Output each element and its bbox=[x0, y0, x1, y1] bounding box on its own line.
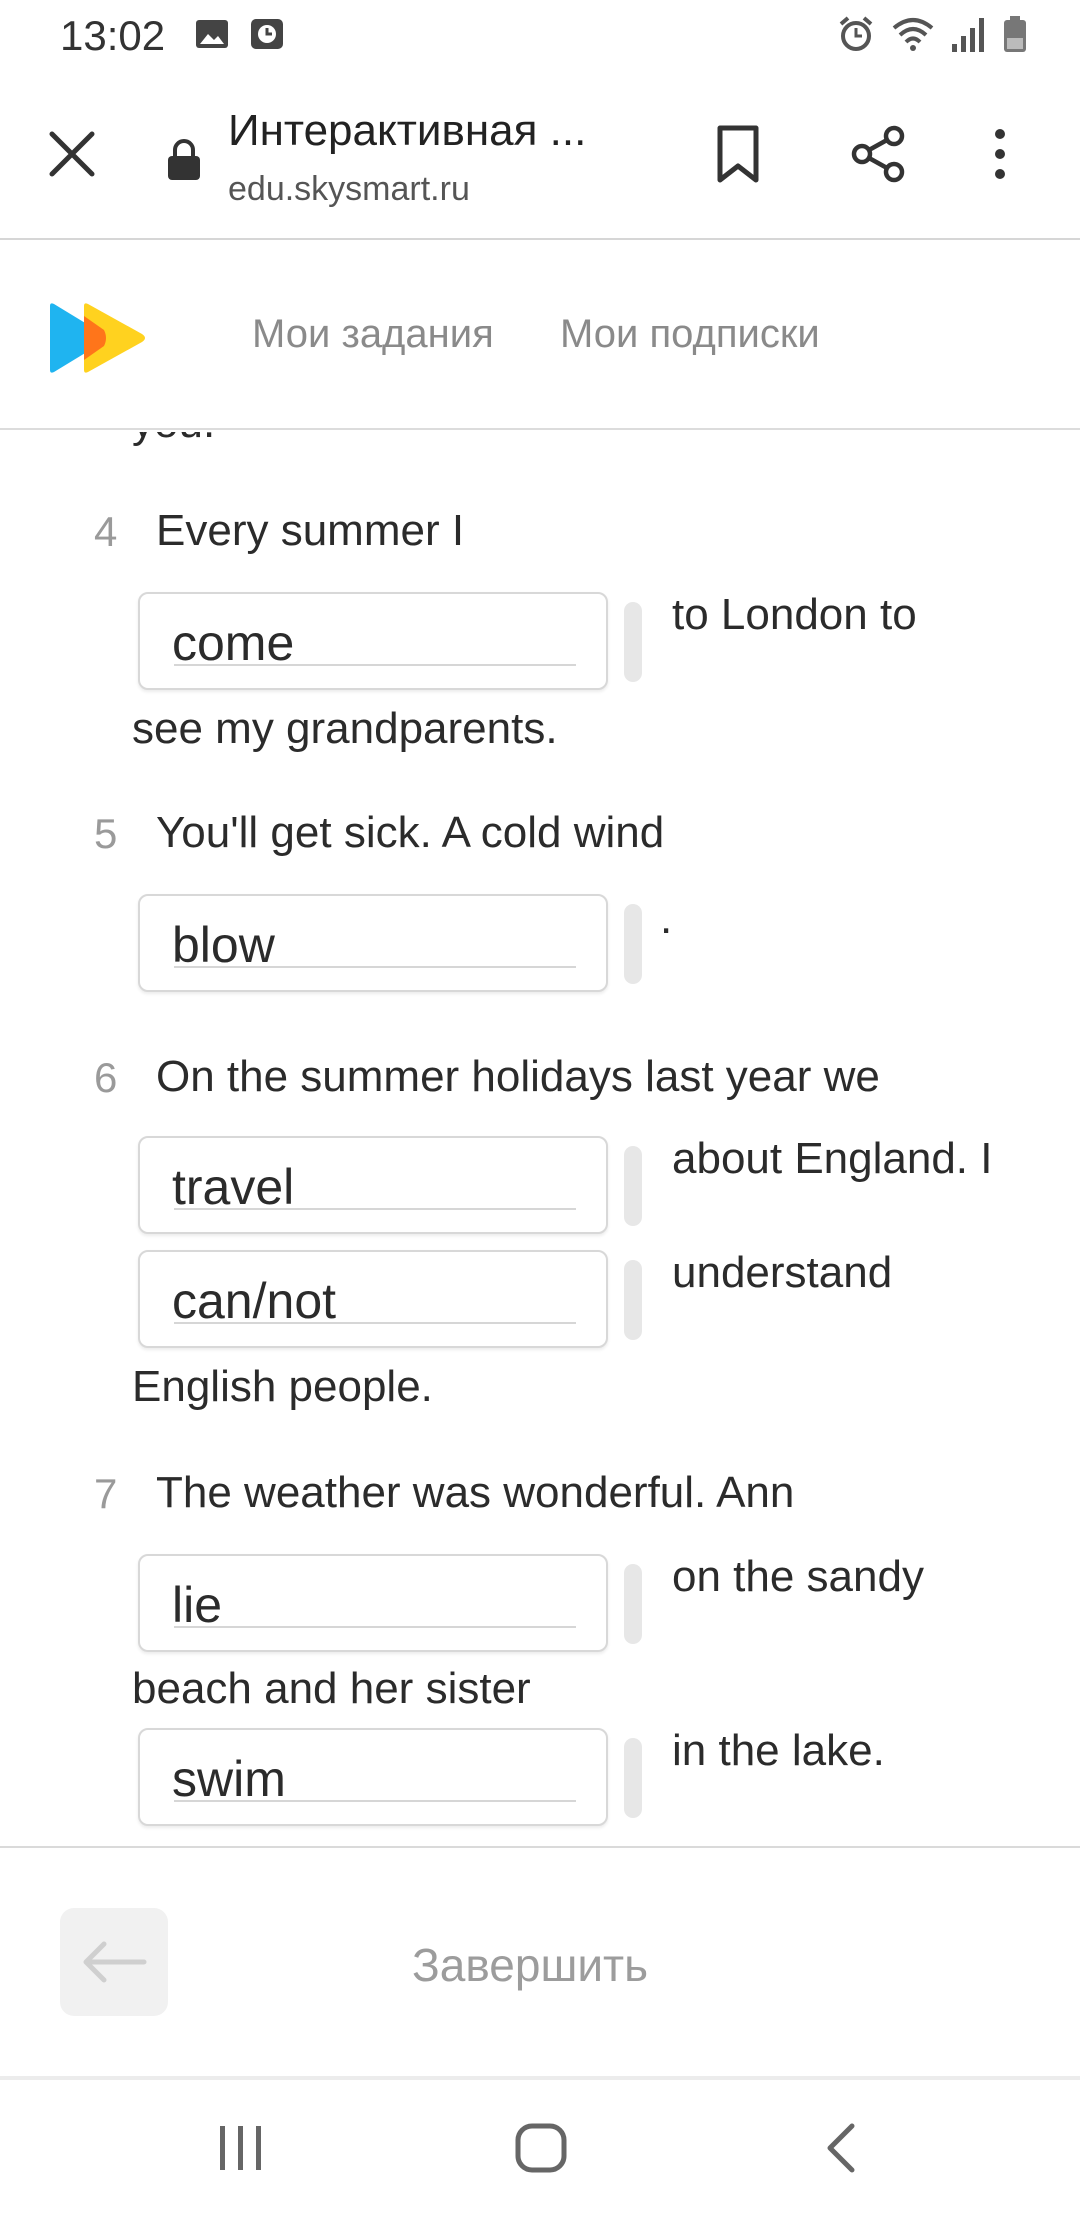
bookmark-icon[interactable] bbox=[712, 124, 764, 189]
item-text: Every summer I bbox=[156, 506, 465, 555]
more-vert-icon[interactable] bbox=[988, 124, 1012, 189]
drag-handle[interactable] bbox=[624, 602, 642, 682]
status-bar: 13:02 bbox=[0, 0, 1080, 72]
back-button[interactable] bbox=[60, 1908, 168, 2016]
drag-handle[interactable] bbox=[624, 1146, 642, 1226]
exercise-content: you. 4 Every summer I come to London to … bbox=[0, 432, 1080, 1846]
system-navigation-bar bbox=[0, 2076, 1080, 2220]
drag-handle[interactable] bbox=[624, 1738, 642, 1818]
back-nav-icon[interactable] bbox=[822, 2122, 862, 2179]
recent-apps-icon[interactable] bbox=[216, 2122, 266, 2179]
browser-toolbar: Интерактивная ... edu.skysmart.ru bbox=[0, 72, 1080, 240]
item-text: beach and her sister bbox=[132, 1664, 531, 1713]
answer-input[interactable]: can/not bbox=[138, 1250, 608, 1348]
page-title: Интерактивная ... bbox=[228, 106, 587, 155]
wifi-icon bbox=[890, 14, 936, 59]
item-text: see my grandparents. bbox=[132, 704, 558, 753]
item-text: . bbox=[660, 894, 673, 943]
skysmart-logo[interactable] bbox=[48, 302, 148, 379]
item-text: The weather was wonderful. Ann bbox=[156, 1468, 795, 1517]
item-text: You'll get sick. A cold wind bbox=[156, 808, 665, 857]
answer-input[interactable]: travel bbox=[138, 1136, 608, 1234]
answer-input[interactable]: swim bbox=[138, 1728, 608, 1826]
drag-handle[interactable] bbox=[624, 1260, 642, 1340]
answer-input[interactable]: blow bbox=[138, 894, 608, 992]
share-icon[interactable] bbox=[848, 124, 908, 189]
item-text: in the lake. bbox=[672, 1726, 885, 1775]
page-url[interactable]: edu.skysmart.ru bbox=[228, 170, 470, 209]
site-header: Мои задания Мои подписки bbox=[0, 240, 1080, 430]
alarm-icon bbox=[836, 14, 876, 59]
close-icon[interactable] bbox=[44, 126, 100, 182]
answer-input[interactable]: lie bbox=[138, 1554, 608, 1652]
item-text: on the sandy bbox=[672, 1552, 924, 1601]
drag-handle[interactable] bbox=[624, 904, 642, 984]
signal-icon bbox=[950, 14, 988, 59]
item-number: 6 bbox=[94, 1054, 118, 1101]
answer-input[interactable]: come bbox=[138, 592, 608, 690]
item-number: 7 bbox=[94, 1470, 118, 1517]
item-text: English people. bbox=[132, 1362, 433, 1411]
drag-handle[interactable] bbox=[624, 1564, 642, 1644]
status-time: 13:02 bbox=[60, 12, 166, 59]
battery-icon bbox=[1002, 14, 1028, 59]
image-icon bbox=[194, 16, 230, 57]
item-text: understand bbox=[672, 1248, 893, 1297]
item-number: 4 bbox=[94, 508, 118, 555]
previous-item-tail: you. bbox=[132, 432, 215, 448]
finish-button[interactable]: Завершить bbox=[412, 1938, 648, 1992]
item-number: 5 bbox=[94, 810, 118, 857]
home-icon[interactable] bbox=[514, 2122, 568, 2179]
lock-icon bbox=[166, 138, 202, 187]
item-text: to London to bbox=[672, 590, 917, 639]
item-text: On the summer holidays last year we bbox=[156, 1052, 880, 1101]
arrow-left-icon bbox=[83, 1941, 147, 1983]
exercise-footer: Завершить bbox=[0, 1846, 1080, 2076]
nav-my-subscriptions[interactable]: Мои подписки bbox=[560, 312, 820, 357]
item-text: about England. I bbox=[672, 1134, 993, 1183]
clock-icon bbox=[250, 16, 284, 57]
nav-my-tasks[interactable]: Мои задания bbox=[252, 312, 494, 357]
